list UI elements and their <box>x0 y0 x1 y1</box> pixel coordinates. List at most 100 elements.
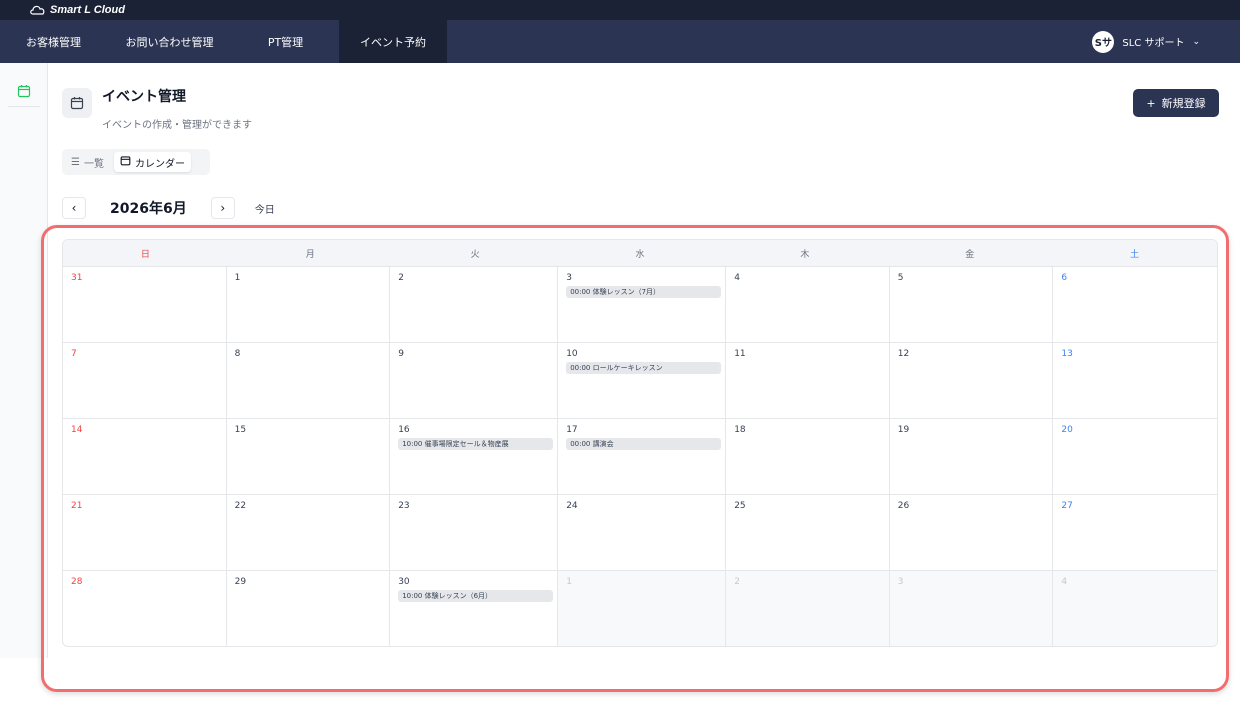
calendar-day-cell[interactable]: 31 <box>63 267 227 343</box>
weekday-sun: 日 <box>140 249 150 260</box>
event-chip[interactable]: 00:00 講演会 <box>566 438 722 450</box>
day-number: 10 <box>566 349 578 359</box>
day-number: 20 <box>1061 425 1073 435</box>
weekday-mon: 月 <box>305 249 315 260</box>
calendar-day-cell[interactable]: 12 <box>889 343 1054 419</box>
event-chip[interactable]: 10:00 催事場限定セール＆物産展 <box>398 438 554 450</box>
weekday-thu: 木 <box>800 249 810 260</box>
user-name: SLC サポート <box>1122 38 1185 49</box>
weekday-header: 日 月 火 水 木 金 土 <box>63 240 1217 267</box>
day-number: 19 <box>897 425 910 435</box>
tab-calendar-label: カレンダー <box>134 158 185 170</box>
calendar-day-cell[interactable]: 2 <box>726 571 890 646</box>
brand-name: Smart L Cloud <box>50 4 125 16</box>
day-number: 26 <box>897 501 910 511</box>
day-number: 2 <box>734 577 740 587</box>
today-button[interactable]: 今日 <box>255 201 275 216</box>
nav-item-pt[interactable]: PT管理 <box>232 20 339 63</box>
calendar-day-cell[interactable]: 2 <box>390 267 559 343</box>
nav-item-customers[interactable]: お客様管理 <box>0 20 107 63</box>
avatar: Sサ <box>1092 30 1115 53</box>
calendar-day-cell[interactable]: 9 <box>390 343 559 419</box>
event-chip[interactable]: 00:00 ロールケーキレッスン <box>566 362 722 374</box>
calendar-day-cell[interactable]: 8 <box>226 343 391 419</box>
user-menu[interactable]: Sサ SLC サポート ⌄ <box>1092 20 1200 63</box>
nav-item-inquiries[interactable]: お問い合わせ管理 <box>107 20 232 63</box>
day-number: 11 <box>734 349 746 359</box>
calendar-day-cell[interactable]: 4 <box>1053 571 1217 646</box>
calendar-day-cell[interactable]: 5 <box>889 267 1054 343</box>
day-number: 6 <box>1061 273 1068 283</box>
brand-bar: Smart L Cloud <box>0 0 1240 20</box>
day-number: 4 <box>1061 577 1068 587</box>
view-toggle: ☰ 一覧 カレンダー <box>62 149 210 175</box>
day-number: 17 <box>566 425 578 435</box>
calendar-day-cell[interactable]: 22 <box>226 495 391 571</box>
calendar-day-cell[interactable]: 28 <box>63 571 227 646</box>
event-chip[interactable]: 00:00 体験レッスン（7月） <box>566 286 722 298</box>
calendar-day-cell[interactable]: 24 <box>558 495 727 571</box>
calendar-day-cell[interactable]: 13 <box>1053 343 1217 419</box>
calendar-day-cell[interactable]: 21 <box>63 495 227 571</box>
calendar-day-cell[interactable]: 1 <box>226 267 391 343</box>
list-icon: ☰ <box>71 156 80 168</box>
calendar-day-cell[interactable]: 1 <box>558 571 727 646</box>
calendar-day-cell[interactable]: 11 <box>726 343 890 419</box>
brand-logo[interactable]: Smart L Cloud <box>30 3 125 17</box>
calendar-icon <box>120 155 131 169</box>
calendar-day-cell[interactable]: 6 <box>1053 267 1217 343</box>
calendar-day-cell[interactable]: 10 00:00 ロールケーキレッスン <box>558 343 727 419</box>
page-subtitle: イベントの作成・管理ができます <box>102 120 252 131</box>
day-number: 22 <box>234 501 247 511</box>
day-number: 3 <box>897 577 904 587</box>
calendar-day-cell[interactable]: 16 10:00 催事場限定セール＆物産展 <box>390 419 559 495</box>
day-number: 31 <box>71 273 83 283</box>
top-navigation: お客様管理 お問い合わせ管理 PT管理 イベント予約 Sサ SLC サポート ⌄ <box>0 20 1240 63</box>
day-number: 30 <box>398 577 410 587</box>
page-title: イベント管理 <box>102 89 186 105</box>
calendar-day-cell[interactable]: 27 <box>1053 495 1217 571</box>
prev-month-button[interactable]: ‹ <box>62 197 86 219</box>
calendar-day-cell[interactable]: 14 <box>63 419 227 495</box>
nav-item-event-booking[interactable]: イベント予約 <box>339 20 447 63</box>
day-number: 29 <box>234 577 247 587</box>
tab-calendar-view[interactable]: カレンダー <box>113 152 191 172</box>
month-title: 2026年6月 <box>110 201 187 217</box>
calendar-day-cell[interactable]: 18 <box>726 419 890 495</box>
day-number: 12 <box>897 349 910 359</box>
cloud-logo-icon <box>30 5 45 15</box>
weekday-tue: 火 <box>470 249 480 260</box>
day-number: 8 <box>234 349 241 359</box>
calendar-day-cell[interactable]: 19 <box>889 419 1054 495</box>
day-number: 1 <box>234 273 241 283</box>
next-month-button[interactable]: › <box>210 197 235 219</box>
sidebar-item-events[interactable] <box>8 75 40 107</box>
day-number: 21 <box>71 501 83 511</box>
calendar-grid: 日 月 火 水 木 金 土 31 1 2 3 00:00 体験レッスン（7月） 4 5 6 7 8… <box>62 239 1218 647</box>
calendar-day-cell[interactable]: 17 00:00 講演会 <box>558 419 727 495</box>
calendar-day-cell[interactable]: 4 <box>726 267 890 343</box>
day-number: 23 <box>398 501 410 511</box>
new-event-button[interactable]: + 新規登録 <box>1133 89 1219 117</box>
calendar-day-cell[interactable]: 15 <box>226 419 391 495</box>
weekday-fri: 金 <box>965 249 975 260</box>
calendar-day-cell[interactable]: 7 <box>63 343 227 419</box>
day-number: 15 <box>234 425 247 435</box>
new-button-label: 新規登録 <box>1161 97 1206 110</box>
calendar-day-cell[interactable]: 29 <box>227 571 391 646</box>
calendar-day-cell[interactable]: 26 <box>889 495 1054 571</box>
calendar-day-cell[interactable]: 23 <box>390 495 559 571</box>
day-number: 28 <box>71 577 83 587</box>
day-number: 16 <box>398 425 410 435</box>
calendar-day-cell[interactable]: 3 00:00 体験レッスン（7月） <box>558 267 727 343</box>
calendar-day-cell[interactable]: 25 <box>726 495 890 571</box>
day-number: 3 <box>566 273 572 283</box>
calendar-body: 31 1 2 3 00:00 体験レッスン（7月） 4 5 6 7 8 9 10 00:00 ロールケー… <box>63 267 1217 646</box>
calendar-day-cell[interactable]: 20 <box>1053 419 1217 495</box>
calendar-day-cell[interactable]: 3 <box>889 571 1054 646</box>
tab-list-view[interactable]: ☰ 一覧 <box>65 152 110 172</box>
day-number: 27 <box>1061 501 1073 511</box>
event-chip[interactable]: 10:00 体験レッスン（6月） <box>398 590 554 602</box>
calendar-day-cell[interactable]: 30 10:00 体験レッスン（6月） <box>390 571 559 646</box>
day-number: 4 <box>734 273 740 283</box>
